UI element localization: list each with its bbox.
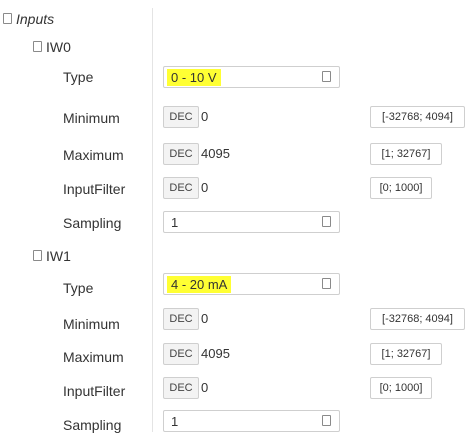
dec-format-badge[interactable]: DEC (163, 143, 199, 165)
sampling-select[interactable]: 1 (163, 211, 340, 233)
dec-format-badge[interactable]: DEC (163, 106, 199, 128)
maximum-input[interactable]: 4095 (201, 343, 230, 365)
inputfilter-range: [0; 1000] (370, 377, 432, 399)
minimum-label: Minimum (63, 110, 120, 126)
dec-format-badge[interactable]: DEC (163, 343, 199, 365)
minimum-range: [-32768; 4094] (370, 308, 465, 330)
tree-node-iw0[interactable]: IW0 (46, 39, 71, 55)
type-select[interactable]: 0 - 10 V (163, 66, 340, 88)
inputfilter-input[interactable]: 0 (201, 377, 208, 399)
collapse-icon[interactable] (33, 250, 42, 261)
type-label: Type (63, 280, 94, 296)
maximum-label: Maximum (63, 349, 124, 365)
dec-format-badge[interactable]: DEC (163, 308, 199, 330)
type-select[interactable]: 4 - 20 mA (163, 273, 340, 295)
dec-format-badge[interactable]: DEC (163, 377, 199, 399)
inputfilter-label: InputFilter (63, 181, 126, 197)
tree-node-inputs[interactable]: Inputs (16, 11, 54, 27)
chevron-down-icon[interactable] (322, 216, 331, 227)
minimum-input[interactable]: 0 (201, 308, 208, 330)
inputfilter-label: InputFilter (63, 383, 126, 399)
inputfilter-range: [0; 1000] (370, 177, 432, 199)
panel-divider (152, 8, 153, 432)
maximum-label: Maximum (63, 147, 124, 163)
sampling-label: Sampling (63, 215, 122, 231)
type-selected-value: 0 - 10 V (167, 69, 221, 86)
sampling-select[interactable]: 1 (163, 410, 340, 432)
sampling-selected-value: 1 (171, 414, 179, 429)
type-selected-value: 4 - 20 mA (167, 276, 232, 293)
type-label: Type (63, 69, 94, 85)
dec-format-badge[interactable]: DEC (163, 177, 199, 199)
maximum-range: [1; 32767] (370, 343, 442, 365)
chevron-down-icon[interactable] (322, 71, 331, 82)
chevron-down-icon[interactable] (322, 415, 331, 426)
sampling-selected-value: 1 (171, 215, 179, 230)
tree-node-iw1[interactable]: IW1 (46, 248, 71, 264)
minimum-label: Minimum (63, 316, 120, 332)
collapse-icon[interactable] (33, 41, 42, 52)
maximum-input[interactable]: 4095 (201, 143, 230, 165)
minimum-range: [-32768; 4094] (370, 106, 465, 128)
minimum-input[interactable]: 0 (201, 106, 208, 128)
sampling-label: Sampling (63, 417, 122, 433)
collapse-icon[interactable] (3, 13, 12, 24)
inputfilter-input[interactable]: 0 (201, 177, 208, 199)
maximum-range: [1; 32767] (370, 143, 442, 165)
chevron-down-icon[interactable] (322, 278, 331, 289)
